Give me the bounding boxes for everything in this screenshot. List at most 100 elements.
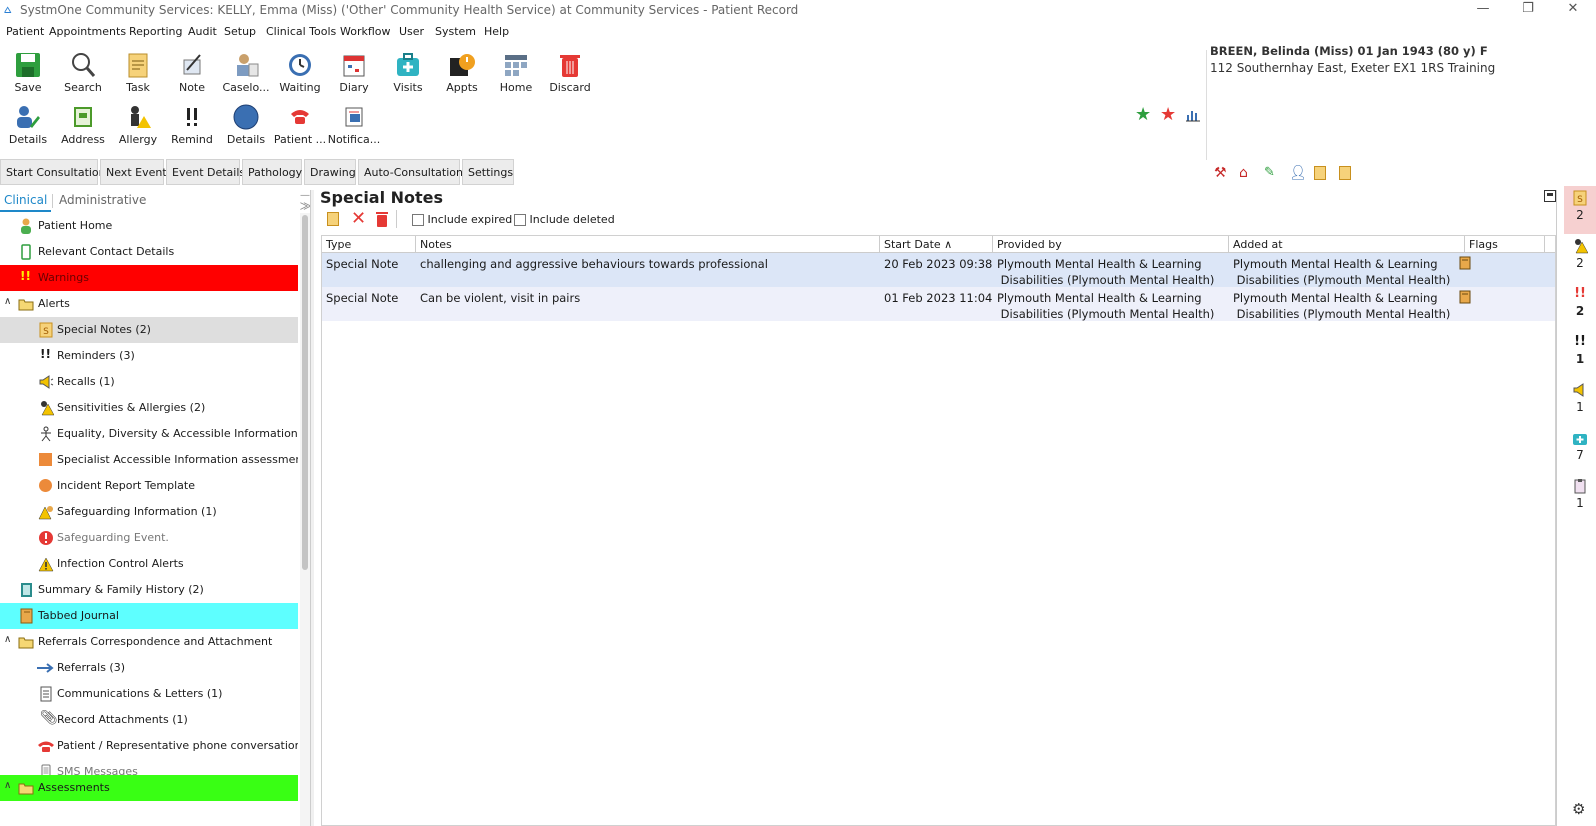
tree-item-alerts[interactable]: ∧ Alerts bbox=[0, 291, 298, 317]
count-allergies[interactable]: 2 bbox=[1564, 234, 1596, 282]
menu-setup[interactable]: Setup bbox=[224, 25, 256, 38]
home-button[interactable]: Home bbox=[489, 48, 543, 96]
tree-item-summary[interactable]: Summary & Family History (2) bbox=[0, 577, 298, 603]
include-deleted-checkbox[interactable]: Include deleted bbox=[514, 213, 615, 226]
tree-item-relevant-contact[interactable]: Relevant Contact Details bbox=[0, 239, 298, 265]
tree-item-communications[interactable]: Communications & Letters (1) bbox=[0, 681, 298, 707]
tree-item-patient-home[interactable]: Patient Home bbox=[0, 213, 298, 239]
menu-clinical-tools[interactable]: Clinical Tools bbox=[266, 25, 336, 38]
discard-button[interactable]: Discard bbox=[543, 48, 597, 96]
tree-item-equality[interactable]: Equality, Diversity & Accessible Informa… bbox=[0, 421, 298, 447]
count-warnings[interactable]: !! 2 bbox=[1564, 282, 1596, 330]
column-header-provided-by[interactable]: Provided by bbox=[993, 236, 1229, 253]
restore-button[interactable]: ❐ bbox=[1508, 0, 1548, 20]
gear-icon[interactable]: ⚙ bbox=[1572, 800, 1585, 818]
tab-pathology[interactable]: Pathology bbox=[242, 159, 302, 185]
tree-item-referrals[interactable]: Referrals (3) bbox=[0, 655, 298, 681]
tab-next-event[interactable]: Next Event bbox=[100, 159, 167, 185]
tab-settings[interactable]: Settings bbox=[462, 159, 514, 185]
tree-item-sensitivities[interactable]: Sensitivities & Allergies (2) bbox=[0, 395, 298, 421]
chart-icon[interactable] bbox=[1186, 108, 1200, 122]
tab-event-details[interactable]: Event Details bbox=[166, 159, 245, 185]
notification-button[interactable]: Notifica... bbox=[327, 100, 381, 148]
menu-help[interactable]: Help bbox=[484, 25, 509, 38]
patient-details-button[interactable]: Details bbox=[1, 100, 55, 148]
caseload-button[interactable]: Caselo... bbox=[219, 48, 273, 96]
appts-button[interactable]: Appts bbox=[435, 48, 489, 96]
address-button[interactable]: Address bbox=[56, 100, 110, 148]
waiting-button[interactable]: Waiting bbox=[273, 48, 327, 96]
house-icon[interactable]: ⌂ bbox=[1239, 165, 1248, 181]
tree-item-infection-control[interactable]: Infection Control Alerts bbox=[0, 551, 298, 577]
table-row[interactable]: Special Note Can be violent, visit in pa… bbox=[322, 287, 1555, 321]
remind-button[interactable]: Remind bbox=[165, 100, 219, 148]
tree-item-specialist-assessment[interactable]: Specialist Accessible Information assess… bbox=[0, 447, 298, 473]
minimize-button[interactable]: — bbox=[1463, 0, 1503, 20]
panel-splitter[interactable] bbox=[310, 190, 314, 826]
add-special-note-icon[interactable] bbox=[327, 212, 339, 226]
special-note-icon[interactable] bbox=[1339, 166, 1351, 180]
tree-item-assessments[interactable]: ∧ Assessments bbox=[0, 775, 298, 801]
tree-item-incident-report[interactable]: Incident Report Template bbox=[0, 473, 298, 499]
delete-cross-icon[interactable]: ✕ bbox=[351, 208, 366, 229]
task-button[interactable]: Task bbox=[111, 48, 165, 96]
special-note-icon[interactable] bbox=[1314, 166, 1326, 180]
count-recalls[interactable]: 1 bbox=[1564, 378, 1596, 426]
tab-auto-consultation[interactable]: Auto-Consultation bbox=[358, 159, 463, 185]
tree-item-referrals-correspondence[interactable]: ∧ Referrals Correspondence and Attachmen… bbox=[0, 629, 298, 655]
red-star-icon[interactable]: ★ bbox=[1160, 104, 1176, 125]
column-header-type[interactable]: Type bbox=[322, 236, 416, 253]
scrollbar-thumb[interactable] bbox=[302, 215, 308, 570]
table-row[interactable]: Special Note challenging and aggressive … bbox=[322, 253, 1555, 287]
checkbox-box[interactable] bbox=[514, 214, 526, 226]
trash-icon[interactable] bbox=[375, 211, 389, 227]
tab-drawing[interactable]: Drawing bbox=[304, 159, 356, 185]
tree-item-tabbed-journal[interactable]: Tabbed Journal bbox=[0, 603, 298, 629]
person-icon[interactable]: 👤︎ bbox=[1289, 165, 1307, 181]
collapse-chevron-icon[interactable]: ∧ bbox=[4, 296, 11, 307]
details-circle-button[interactable]: Details bbox=[219, 100, 273, 148]
save-button[interactable]: Save bbox=[1, 48, 55, 96]
count-reminders[interactable]: !! 1 bbox=[1564, 330, 1596, 378]
diary-button[interactable]: Diary bbox=[327, 48, 381, 96]
tree-item-attachments[interactable]: 📎︎ Record Attachments (1) bbox=[0, 707, 298, 733]
note-button[interactable]: Note bbox=[165, 48, 219, 96]
patient-phone-button[interactable]: Patient ... bbox=[273, 100, 327, 148]
column-header-start-date[interactable]: Start Date ∧ bbox=[880, 236, 993, 253]
count-visits[interactable]: 7 bbox=[1564, 426, 1596, 474]
menu-audit[interactable]: Audit bbox=[188, 25, 217, 38]
tree-item-special-notes[interactable]: S Special Notes (2) bbox=[0, 317, 298, 343]
column-header-flags[interactable]: Flags bbox=[1465, 236, 1545, 253]
close-button[interactable]: ✕ bbox=[1553, 0, 1593, 20]
menu-reporting[interactable]: Reporting bbox=[129, 25, 182, 38]
tree-item-warnings[interactable]: !! Warnings bbox=[0, 265, 298, 291]
allergy-button[interactable]: Allergy bbox=[111, 100, 165, 148]
menu-patient[interactable]: Patient bbox=[6, 25, 44, 38]
tree-item-safeguarding-info[interactable]: Safeguarding Information (1) bbox=[0, 499, 298, 525]
include-expired-checkbox[interactable]: Include expired bbox=[412, 213, 512, 226]
edit-icon[interactable]: ✎ bbox=[1264, 165, 1275, 180]
menu-user[interactable]: User bbox=[399, 25, 424, 38]
panel-minimize-button[interactable] bbox=[1544, 190, 1556, 202]
tab-start-consultation[interactable]: Start Consultation bbox=[0, 159, 106, 185]
visits-button[interactable]: Visits bbox=[381, 48, 435, 96]
search-button[interactable]: Search bbox=[56, 48, 110, 96]
checkbox-box[interactable] bbox=[412, 214, 424, 226]
collapse-chevron-icon[interactable]: ∧ bbox=[4, 634, 11, 645]
menu-workflow[interactable]: Workflow bbox=[340, 25, 391, 38]
tree-item-safeguarding-event[interactable]: Safeguarding Event. bbox=[0, 525, 298, 551]
column-header-added-at[interactable]: Added at bbox=[1229, 236, 1465, 253]
tree-scrollbar[interactable] bbox=[300, 213, 310, 826]
tree-item-phone-conversation[interactable]: Patient / Representative phone conversat… bbox=[0, 733, 298, 759]
tab-administrative[interactable]: Administrative bbox=[55, 190, 150, 212]
count-special-notes[interactable]: S 2 bbox=[1564, 186, 1596, 234]
tools-icon[interactable]: ⚒ bbox=[1214, 165, 1227, 181]
tree-item-recalls[interactable]: Recalls (1) bbox=[0, 369, 298, 395]
collapse-chevron-icon[interactable]: ∧ bbox=[4, 780, 11, 791]
menu-system[interactable]: System bbox=[435, 25, 476, 38]
tab-clinical[interactable]: Clinical bbox=[0, 190, 52, 212]
green-star-icon[interactable]: ★ bbox=[1135, 104, 1151, 125]
count-clipboard[interactable]: 1 bbox=[1564, 474, 1596, 522]
tree-item-reminders[interactable]: !! Reminders (3) bbox=[0, 343, 298, 369]
menu-appointments[interactable]: Appointments bbox=[49, 25, 126, 38]
